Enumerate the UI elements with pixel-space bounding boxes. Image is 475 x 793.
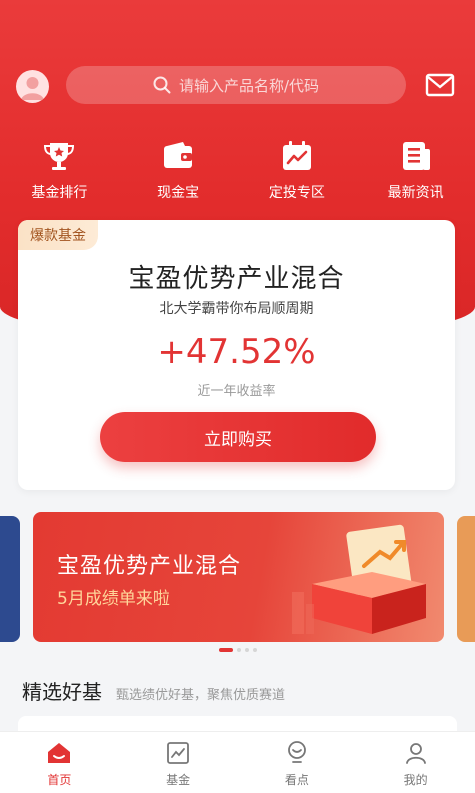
search-icon [153, 76, 171, 94]
calendar-chart-icon [279, 138, 315, 174]
fund-title: 宝盈优势产业混合 [128, 264, 345, 294]
quick-link-cash[interactable]: 现金宝 [119, 138, 238, 202]
fund-subtitle: 北大学霸带你布局顺周期 [159, 301, 314, 317]
quick-link-fund-ranking[interactable]: 基金排行 [0, 138, 119, 202]
trophy-icon [41, 138, 77, 174]
top-bar: 请输入产品名称/代码 [0, 66, 475, 106]
news-icon [398, 138, 434, 174]
fund-return-rate: +47.52% [157, 332, 316, 372]
buy-now-button[interactable]: 立即购买 [100, 412, 376, 462]
fund-return-label: 近一年收益率 [197, 384, 276, 399]
home-icon [46, 740, 72, 766]
section-title: 精选好基 [22, 680, 102, 704]
tab-insights[interactable]: 看点 [238, 732, 357, 793]
tab-label: 首页 [47, 773, 72, 787]
banner-subtitle: 5月成绩单来啦 [57, 589, 170, 609]
quick-link-news[interactable]: 最新资讯 [356, 138, 475, 202]
tab-label: 基金 [166, 773, 191, 787]
featured-fund-card[interactable]: 爆款基金 宝盈优势产业混合 北大学霸带你布局顺周期 +47.52% 近一年收益率… [18, 220, 455, 490]
prev-banner-peek[interactable] [0, 516, 20, 642]
wallet-icon [160, 138, 196, 174]
carousel-dot[interactable] [218, 648, 233, 652]
section-subtitle: 甄选绩优好基，聚焦优质赛道 [116, 688, 286, 703]
tab-label: 我的 [403, 773, 428, 787]
carousel-dot[interactable] [244, 648, 249, 652]
report-box-illustration [292, 524, 426, 634]
avatar[interactable] [16, 70, 49, 103]
mail-icon[interactable] [425, 72, 455, 98]
search-bar[interactable]: 请输入产品名称/代码 [66, 66, 406, 104]
tab-mine[interactable]: 我的 [356, 732, 475, 793]
user-icon [403, 740, 429, 766]
tab-home[interactable]: 首页 [0, 732, 119, 793]
quick-links: 基金排行 现金宝 定投专区 最新资讯 [0, 138, 475, 202]
banner-title: 宝盈优势产业混合 [57, 554, 242, 579]
quick-link-label: 基金排行 [31, 185, 88, 201]
carousel-indicator [0, 648, 475, 652]
quick-link-label: 定投专区 [268, 185, 325, 201]
bulb-icon [284, 740, 310, 766]
search-placeholder: 请输入产品名称/代码 [178, 76, 320, 95]
user-avatar-icon [21, 77, 44, 100]
promo-banner[interactable]: 宝盈优势产业混合 5月成绩单来啦 [33, 512, 444, 642]
quick-link-label: 最新资讯 [387, 185, 444, 201]
featured-tag: 爆款基金 [18, 220, 98, 250]
banner-carousel[interactable]: 宝盈优势产业混合 5月成绩单来啦 [0, 512, 475, 642]
tab-fund[interactable]: 基金 [119, 732, 238, 793]
carousel-dot[interactable] [236, 648, 241, 652]
fund-chart-icon [165, 740, 191, 766]
quick-link-label: 现金宝 [157, 185, 200, 201]
section-header: 精选好基 甄选绩优好基，聚焦优质赛道 [22, 676, 285, 705]
next-banner-peek[interactable] [457, 516, 475, 642]
carousel-dot[interactable] [252, 648, 257, 652]
quick-link-auto-invest[interactable]: 定投专区 [238, 138, 357, 202]
tab-label: 看点 [284, 773, 309, 787]
bottom-tab-bar: 首页 基金 看点 我的 [0, 731, 475, 793]
